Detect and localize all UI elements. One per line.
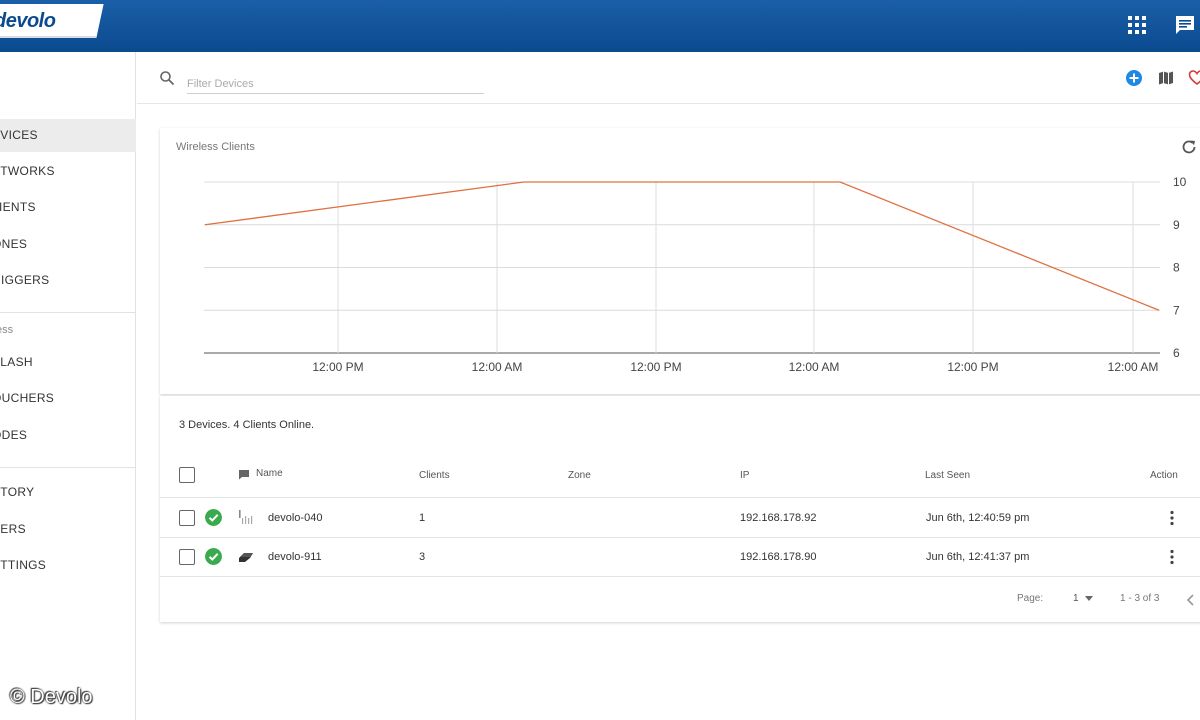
search-icon xyxy=(160,71,175,86)
sidebar-item-label: ONES xyxy=(0,237,28,251)
sidebar-item-clients[interactable]: LIENTS xyxy=(0,191,136,224)
chart-x-tick-label: 12:00 PM xyxy=(312,360,363,374)
table-row[interactable]: devolo-040 1 192.168.178.92 Jun 6th, 12:… xyxy=(160,498,1200,537)
wireless-clients-chart: 10 9 8 7 6 12:00 PM 12:00 AM 12:00 PM 12:00 AM 12… xyxy=(204,175,1187,374)
devices-table-card: 3 Devices. 4 Clients Online. Name Client… xyxy=(160,396,1200,622)
sidebar-item-settings[interactable]: ETTINGS xyxy=(0,549,136,582)
chart-x-tick-label: 12:00 AM xyxy=(472,360,523,374)
sidebar: EVICES ETWORKS LIENTS ONES RIGGERS ess P… xyxy=(0,52,136,720)
chart-x-tick-label: 12:00 AM xyxy=(789,360,840,374)
chart-y-tick-label: 8 xyxy=(1173,261,1180,275)
chart-x-tick-label: 12:00 AM xyxy=(1108,360,1159,374)
chart-y-tick-label: 7 xyxy=(1173,303,1180,317)
device-last-seen: Jun 6th, 12:40:59 pm xyxy=(926,512,1030,524)
pager-label: Page: xyxy=(1017,593,1044,604)
column-header-clients[interactable]: Clients xyxy=(419,470,450,481)
status-online-icon xyxy=(205,509,222,526)
map-icon[interactable] xyxy=(1157,69,1175,87)
chat-icon[interactable] xyxy=(1174,14,1196,36)
sidebar-item-codes[interactable]: ODES xyxy=(0,419,136,452)
chart-series-line xyxy=(204,181,1160,311)
sidebar-item-label: ETTINGS xyxy=(0,558,47,572)
chart-y-tick-label: 6 xyxy=(1173,346,1180,360)
sidebar-item-label: EVICES xyxy=(0,128,38,142)
row-checkbox[interactable] xyxy=(179,549,195,565)
sidebar-item-label: STORY xyxy=(0,485,35,499)
device-ip: 192.168.178.90 xyxy=(740,551,817,563)
sidebar-item-label: ETWORKS xyxy=(0,164,55,178)
sidebar-item-label: LIENTS xyxy=(0,200,36,214)
sidebar-item-networks[interactable]: ETWORKS xyxy=(0,155,136,188)
devolo-logo[interactable]: devolo xyxy=(0,10,56,33)
sidebar-item-devices[interactable]: EVICES xyxy=(0,119,136,152)
sidebar-item-label: SERS xyxy=(0,522,26,536)
device-name[interactable]: devolo-040 xyxy=(268,512,322,524)
sidebar-item-splash[interactable]: PLASH xyxy=(0,346,136,379)
column-header-action: Action xyxy=(1150,470,1178,481)
heart-icon[interactable] xyxy=(1188,69,1200,87)
sidebar-item-users[interactable]: SERS xyxy=(0,513,136,546)
device-clients: 1 xyxy=(419,512,426,524)
device-clients: 3 xyxy=(419,551,426,563)
row-checkbox[interactable] xyxy=(179,510,195,526)
toolbar xyxy=(137,52,1200,104)
device-name[interactable]: devolo-911 xyxy=(268,551,322,563)
filter-devices-input[interactable] xyxy=(187,74,484,94)
access-point-icon xyxy=(239,553,253,562)
sidebar-item-history[interactable]: STORY xyxy=(0,476,136,509)
device-ip: 192.168.178.92 xyxy=(740,512,817,524)
column-header-ip[interactable]: IP xyxy=(740,470,749,481)
devices-summary: 3 Devices. 4 Clients Online. xyxy=(179,419,315,431)
wifi-antenna-icon xyxy=(239,510,253,524)
previous-page-icon[interactable] xyxy=(1186,594,1196,606)
copyright-watermark: © Devolo xyxy=(10,686,93,708)
column-header-zone[interactable]: Zone xyxy=(568,470,591,481)
column-header-last-seen[interactable]: Last Seen xyxy=(925,470,970,481)
chart-y-tick-label: 9 xyxy=(1173,218,1180,232)
pager-range: 1 - 3 of 3 xyxy=(1120,593,1160,604)
sidebar-divider xyxy=(0,312,136,313)
row-divider xyxy=(160,576,1200,577)
comment-icon xyxy=(239,470,249,480)
row-actions-menu-icon[interactable] xyxy=(1169,549,1175,565)
status-online-icon xyxy=(205,548,222,565)
sidebar-item-label: RIGGERS xyxy=(0,273,50,287)
chevron-down-icon[interactable] xyxy=(1085,596,1093,601)
sidebar-item-label: ODES xyxy=(0,428,28,442)
sidebar-item-zones[interactable]: ONES xyxy=(0,228,136,261)
sidebar-section-label: ess xyxy=(0,324,14,336)
table-row[interactable]: devolo-911 3 192.168.178.90 Jun 6th, 12:… xyxy=(160,538,1200,577)
chart-x-tick-label: 12:00 PM xyxy=(630,360,681,374)
chart-y-tick-label: 10 xyxy=(1173,175,1187,189)
app-header: devolo xyxy=(0,0,1200,52)
sidebar-item-triggers[interactable]: RIGGERS xyxy=(0,264,136,297)
apps-grid-icon[interactable] xyxy=(1126,14,1148,36)
sidebar-divider xyxy=(0,467,136,468)
page-select[interactable]: 1 xyxy=(1073,593,1079,604)
wireless-clients-chart-card: Wireless Clients 10 9 8 7 6 12:00 PM 12:00 AM 1… xyxy=(160,128,1200,394)
select-all-checkbox[interactable] xyxy=(179,467,195,483)
chart-x-tick-label: 12:00 PM xyxy=(947,360,998,374)
add-circle-icon[interactable] xyxy=(1125,69,1143,87)
sidebar-item-vouchers[interactable]: OUCHERS xyxy=(0,382,136,415)
column-header-name[interactable]: Name xyxy=(256,468,283,479)
device-last-seen: Jun 6th, 12:41:37 pm xyxy=(926,551,1030,563)
row-actions-menu-icon[interactable] xyxy=(1169,510,1175,526)
sidebar-item-label: OUCHERS xyxy=(0,391,55,405)
sidebar-item-label: PLASH xyxy=(0,355,33,369)
